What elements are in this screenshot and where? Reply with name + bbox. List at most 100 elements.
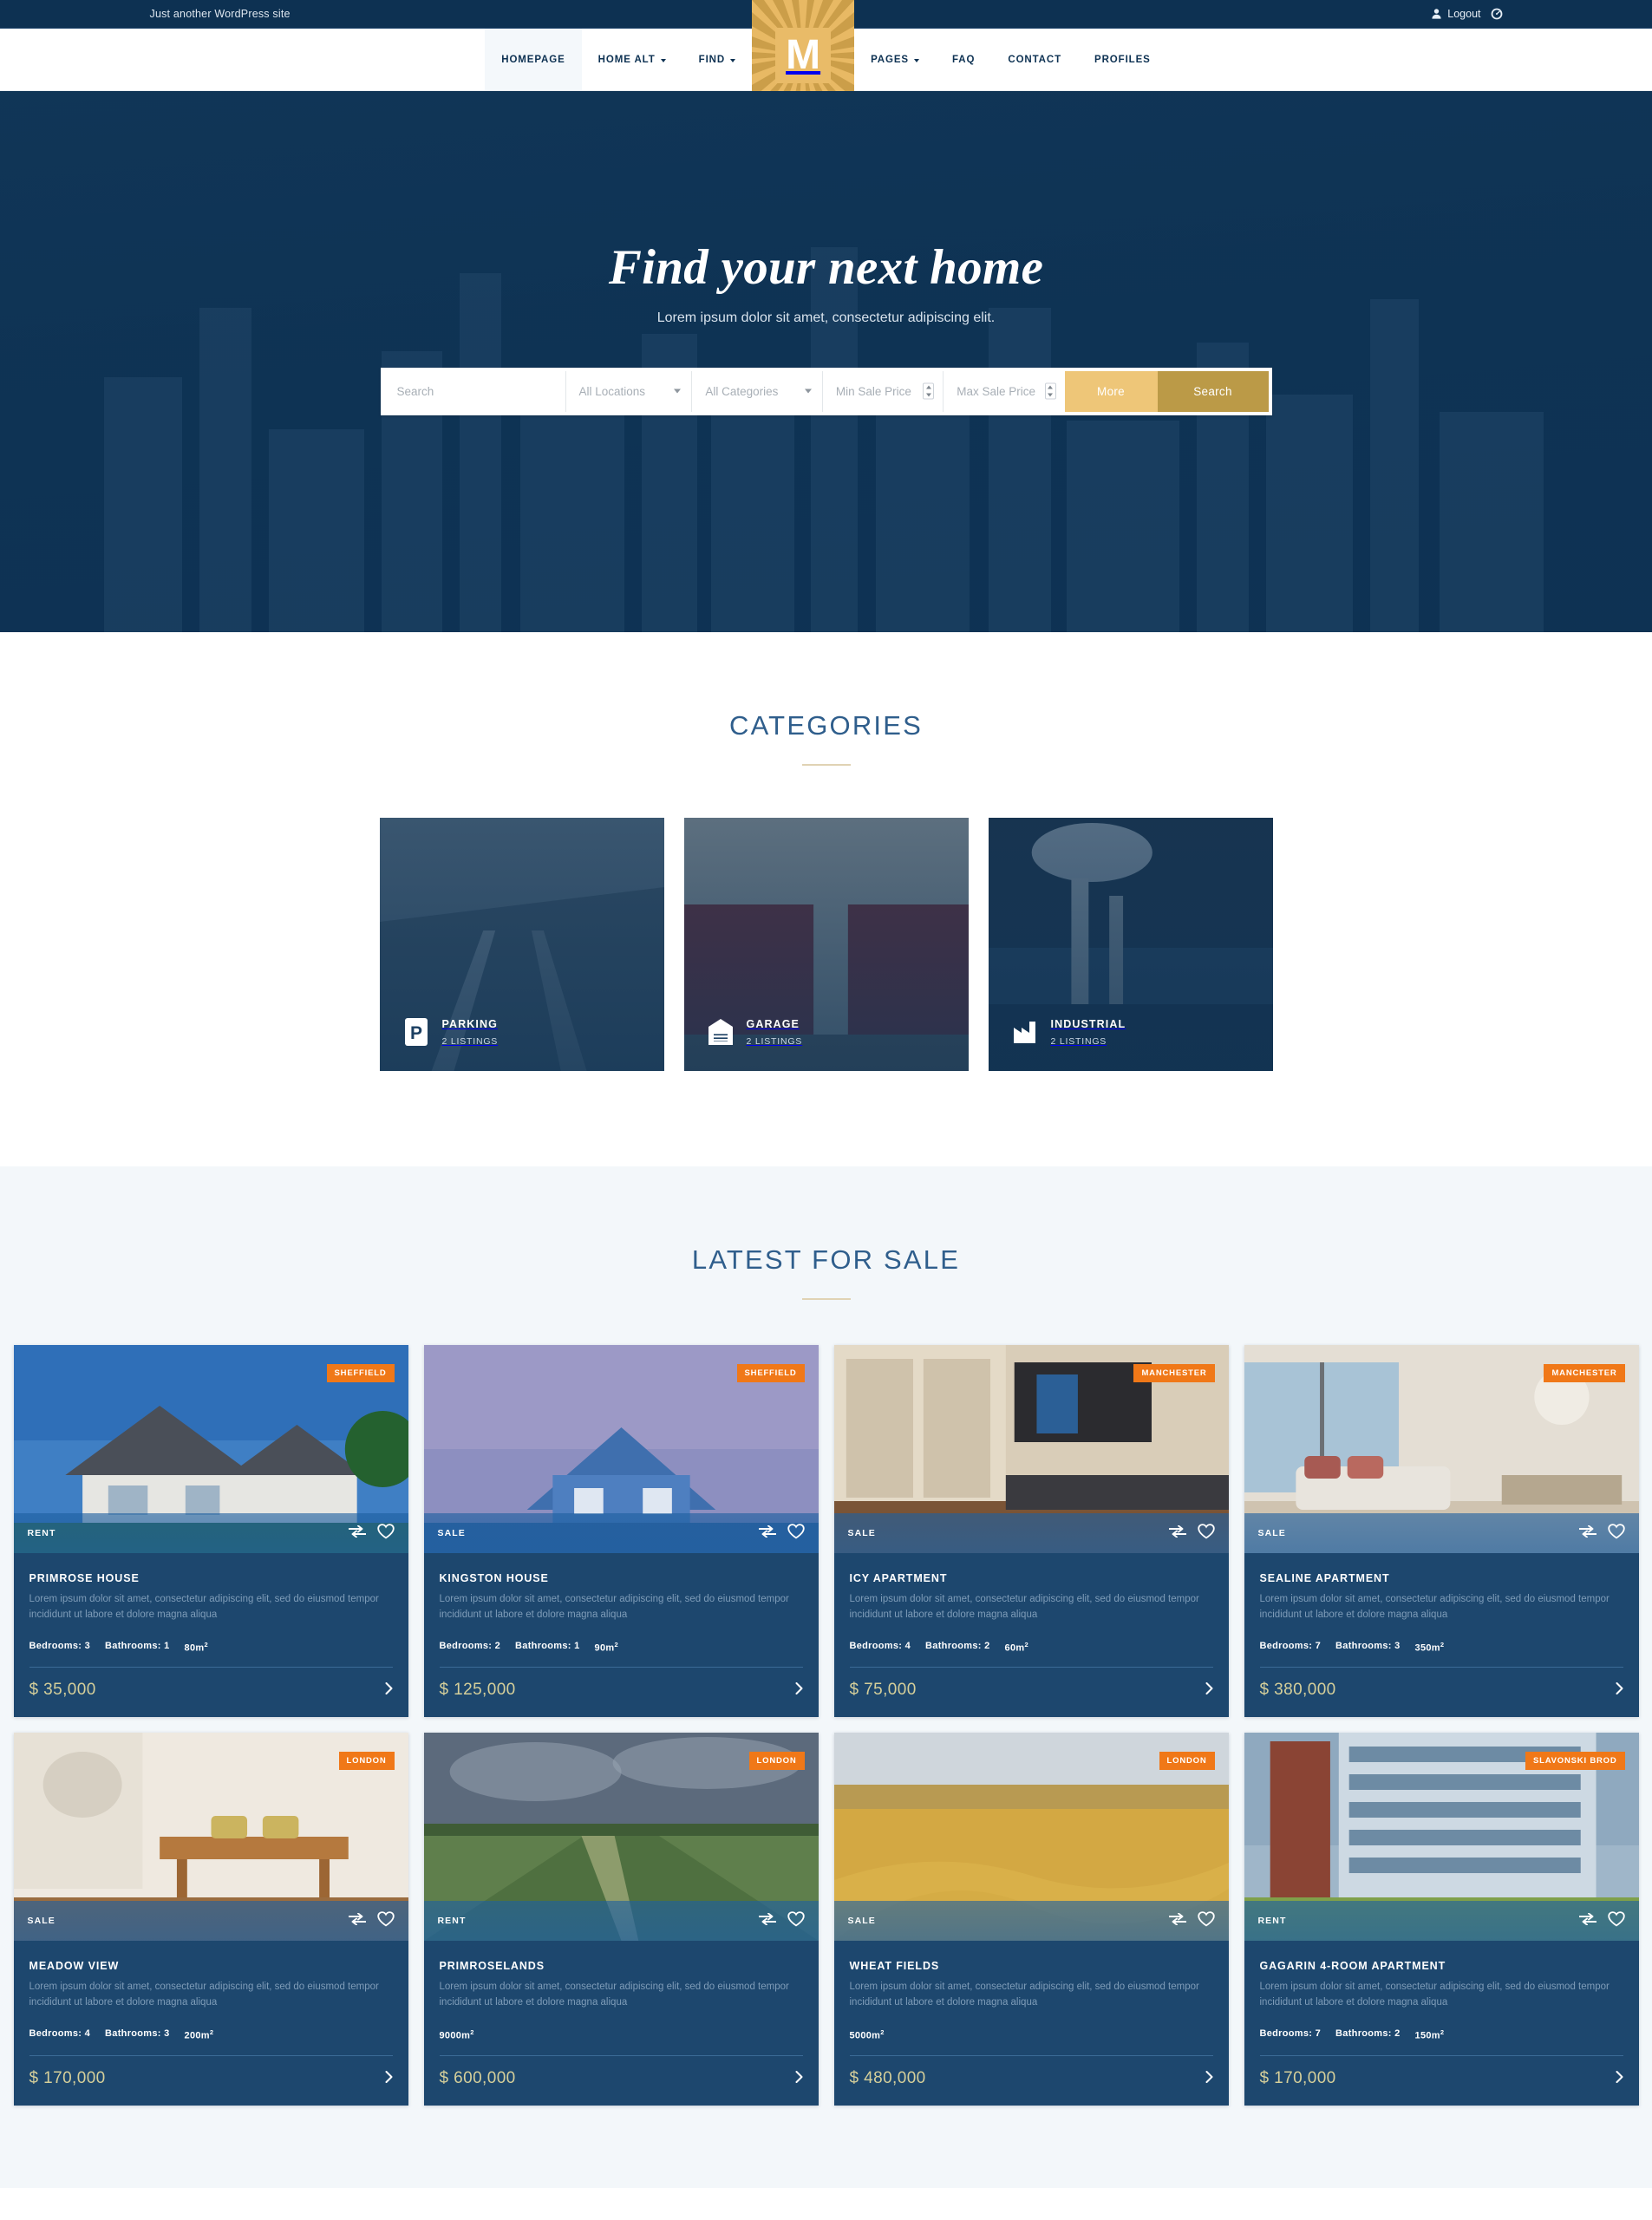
logout-label: Logout: [1447, 8, 1481, 20]
compare-arrows-icon[interactable]: [1577, 1525, 1597, 1542]
nav-item-faq[interactable]: FAQ: [936, 29, 991, 90]
property-card[interactable]: SLAVONSKI BROD RENT GAGARIN 4-ROOM APARTME…: [1244, 1733, 1639, 2106]
chevron-right-icon[interactable]: [385, 2070, 393, 2086]
chevron-down-icon: [914, 58, 920, 62]
category-card-parking[interactable]: P PARKING 2 LISTINGS: [379, 818, 664, 1071]
search-keyword-field[interactable]: Search: [384, 370, 566, 412]
nav-item-contact[interactable]: CONTACT: [991, 29, 1078, 90]
property-footer: $ 125,000: [424, 1668, 819, 1717]
property-card[interactable]: LONDON SALE WHEAT FIELDS Lorem ipsum dolor …: [833, 1733, 1229, 2106]
nav-left-group: HOMEPAGE HOME ALT FIND: [485, 29, 752, 90]
chevron-right-icon[interactable]: [795, 1682, 803, 1698]
nav-label: CONTACT: [1008, 54, 1062, 65]
nav-item-find[interactable]: FIND: [682, 29, 752, 90]
property-card[interactable]: MANCHESTER SALE SEALINE APARTMENT Lorem ips…: [1244, 1345, 1639, 1718]
search-min-price-field[interactable]: Min Sale Price: [823, 370, 944, 412]
property-footer: $ 75,000: [834, 1668, 1229, 1717]
property-card[interactable]: LONDON SALE MEADOW VIEW Lorem ipsum dolor s…: [13, 1733, 408, 2106]
min-price-stepper[interactable]: [923, 382, 935, 400]
parking-sign-icon: P: [402, 1017, 431, 1047]
nav-item-pages[interactable]: PAGES: [854, 29, 936, 90]
heart-icon[interactable]: [787, 1523, 805, 1544]
chevron-right-icon[interactable]: [1205, 1682, 1213, 1698]
category-count: 2 LISTINGS: [746, 1036, 803, 1047]
property-price: $ 600,000: [439, 2068, 516, 2087]
category-card-garage[interactable]: GARAGE 2 LISTINGS: [683, 818, 969, 1071]
search-max-price-field[interactable]: Max Sale Price: [944, 371, 1064, 412]
chevron-right-icon[interactable]: [795, 2070, 803, 2086]
category-name: PARKING: [441, 1018, 498, 1030]
property-status-bar: RENT: [13, 1513, 408, 1553]
search-submit-button[interactable]: Search: [1157, 370, 1269, 412]
more-filters-button[interactable]: More: [1064, 370, 1158, 412]
property-body: GAGARIN 4-ROOM APARTMENT Lorem ipsum dolo…: [1244, 1941, 1639, 2040]
heading-rule: [801, 764, 851, 766]
bedrooms-meta: Bedrooms: 2: [439, 1640, 501, 1651]
property-body: WHEAT FIELDS Lorem ipsum dolor sit amet, …: [834, 1941, 1229, 2040]
heart-icon[interactable]: [1197, 1910, 1215, 1931]
compare-arrows-icon[interactable]: [757, 1912, 777, 1929]
heart-icon[interactable]: [376, 1910, 395, 1931]
area-meta: 350m2: [1414, 1640, 1445, 1654]
property-body: SEALINE APARTMENT Lorem ipsum dolor sit a…: [1244, 1553, 1639, 1653]
property-description: Lorem ipsum dolor sit amet, consectetur …: [29, 1982, 379, 2008]
chevron-right-icon[interactable]: [385, 1682, 393, 1698]
bedrooms-meta: Bedrooms: 7: [1259, 1640, 1322, 1651]
nav-label: HOME ALT: [597, 54, 656, 65]
property-meta: Bedrooms: 4 Bathrooms: 3 200m2: [29, 2028, 393, 2041]
listings-title: LATEST FOR SALE: [691, 1244, 961, 1275]
area-meta: 9000m2: [439, 2027, 474, 2041]
chevron-right-icon[interactable]: [1205, 2070, 1213, 2086]
hero-title: Find your next home: [608, 239, 1044, 295]
category-card-industrial[interactable]: INDUSTRIAL 2 LISTINGS: [988, 818, 1273, 1071]
compare-arrows-icon[interactable]: [1577, 1912, 1597, 1929]
property-media: LONDON SALE: [833, 1733, 1229, 1942]
nav-item-homepage[interactable]: HOMEPAGE: [485, 29, 582, 90]
logout-link[interactable]: Logout: [1432, 8, 1481, 20]
property-media: SHEFFIELD SALE: [423, 1345, 819, 1553]
heart-icon[interactable]: [376, 1523, 395, 1544]
property-price: $ 75,000: [849, 1681, 917, 1700]
nav-item-home-alt[interactable]: HOME ALT: [582, 29, 682, 90]
compare-arrows-icon[interactable]: [347, 1912, 367, 1929]
location-badge: LONDON: [1159, 1752, 1215, 1771]
heart-icon[interactable]: [1607, 1910, 1625, 1931]
search-category-select[interactable]: All Categories: [692, 370, 823, 412]
compare-arrows-icon[interactable]: [347, 1525, 367, 1542]
nav-label: PROFILES: [1094, 54, 1151, 65]
status-badge: SALE: [1257, 1528, 1286, 1538]
location-badge: SLAVONSKI BROD: [1525, 1752, 1625, 1771]
property-media: LONDON SALE: [13, 1733, 408, 1942]
heart-icon[interactable]: [1197, 1523, 1215, 1544]
nav-item-profiles[interactable]: PROFILES: [1078, 29, 1167, 90]
heart-icon[interactable]: [787, 1910, 805, 1931]
chevron-down-icon: [730, 58, 736, 62]
nav-right-group: PAGES FAQ CONTACT PROFILES: [854, 29, 1167, 90]
user-icon: [1432, 9, 1441, 19]
search-keyword-placeholder: Search: [396, 384, 434, 398]
search-location-select[interactable]: All Locations: [566, 370, 693, 412]
heart-icon[interactable]: [1607, 1523, 1625, 1544]
status-badge: SALE: [847, 1916, 876, 1927]
chevron-right-icon[interactable]: [1616, 2070, 1623, 2086]
compare-arrows-icon[interactable]: [1167, 1525, 1187, 1542]
bathrooms-meta: Bathrooms: 1: [105, 1640, 170, 1651]
max-price-stepper[interactable]: [1044, 382, 1056, 400]
property-title: ICY APARTMENT: [849, 1572, 948, 1584]
listings-heading: LATEST FOR SALE: [0, 1244, 1652, 1300]
chevron-right-icon[interactable]: [1616, 1682, 1623, 1698]
property-card[interactable]: MANCHESTER SALE ICY APARTMENT Lorem ipsum d…: [833, 1345, 1229, 1718]
dashboard-icon[interactable]: [1491, 8, 1503, 20]
property-card[interactable]: LONDON RENT PRIMROSELANDS Lorem ipsum dolor…: [423, 1733, 819, 2106]
property-title: KINGSTON HOUSE: [439, 1572, 549, 1584]
nav-label: FAQ: [952, 54, 976, 65]
property-card[interactable]: SHEFFIELD SALE KINGSTON HOUSE Lorem ipsum d…: [423, 1345, 819, 1718]
bathrooms-meta: Bathrooms: 2: [925, 1640, 990, 1651]
property-status-bar: RENT: [1244, 1901, 1639, 1942]
compare-arrows-icon[interactable]: [757, 1525, 777, 1542]
compare-arrows-icon[interactable]: [1167, 1912, 1187, 1929]
property-status-bar: SALE: [833, 1901, 1229, 1942]
logo-letter: M: [786, 32, 821, 78]
status-badge: RENT: [437, 1916, 467, 1927]
property-card[interactable]: SHEFFIELD RENT PRIMROSE HOUSE Lorem ipsum d…: [13, 1345, 408, 1718]
